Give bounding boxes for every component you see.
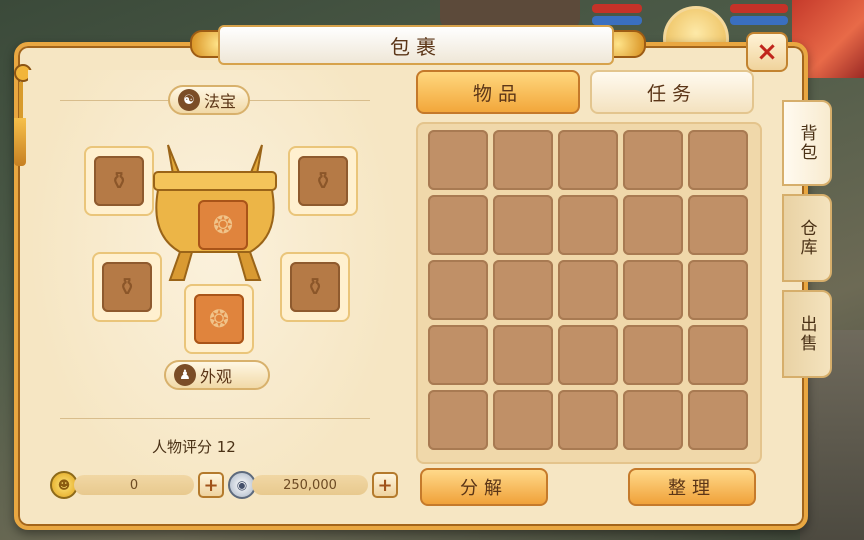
inventory-slot[interactable] [688,325,748,385]
gold-currency: ☻ 0 + [50,471,224,499]
tassel-ornament [14,64,32,166]
inventory-slot[interactable] [428,195,488,255]
inventory-slot[interactable] [558,130,618,190]
hp-bar [592,4,642,13]
gold-amount: 0 [74,475,194,495]
fabao-label: 法宝 [204,92,237,111]
side-tab-sell-label: 出售 [796,315,817,353]
inventory-slot[interactable] [558,390,618,450]
cauldron-placeholder-icon: ⚱ [108,167,130,195]
character-score: 人物评分 12 [152,438,236,456]
inventory-slot[interactable] [623,325,683,385]
gold-add-button[interactable]: + [198,472,224,498]
equip-slot-center[interactable]: ❂ [188,190,258,260]
equip-slot-top-right[interactable]: ⚱ [288,146,358,216]
close-icon: × [756,37,778,67]
side-tab-warehouse-label: 仓库 [796,219,817,257]
spirit-knot-icon: ❂ [208,305,230,333]
inventory-slot[interactable] [493,325,553,385]
decompose-label: 分解 [460,478,508,499]
appearance-label: 外观 [200,367,233,386]
inventory-slot[interactable] [688,195,748,255]
inventory-slot[interactable] [688,260,748,320]
inventory-slot[interactable] [623,195,683,255]
inventory-slot[interactable] [428,390,488,450]
inventory-slot[interactable] [493,260,553,320]
tab-quests-label: 任务 [646,82,697,105]
side-tab-sell[interactable]: 出售 [782,290,832,378]
silver-amount: 250,000 [252,475,368,495]
cauldron-placeholder-icon: ⚱ [304,273,326,301]
tab-items-label: 物品 [472,82,523,105]
side-tab-bag[interactable]: 背包 [782,100,832,186]
silver-currency: ◉ 250,000 + [228,471,398,499]
equip-slot-bottom[interactable]: ❂ [184,284,254,354]
title-banner: 包裹 [218,25,614,65]
sort-label: 整理 [668,478,716,499]
side-tab-warehouse[interactable]: 仓库 [782,194,832,282]
inventory-slot[interactable] [558,195,618,255]
inventory-slot[interactable] [623,390,683,450]
inventory-slot[interactable] [688,390,748,450]
cauldron-placeholder-icon: ⚱ [312,167,334,195]
close-button[interactable]: × [746,32,788,72]
yin-yang-icon: ☯ [178,89,200,111]
inventory-slot[interactable] [493,390,553,450]
spirit-knot-icon: ❂ [212,211,234,239]
silver-add-button[interactable]: + [372,472,398,498]
pet-hp-bar [730,4,788,13]
side-tab-bag-label: 背包 [796,124,817,162]
mp-bar [592,16,642,25]
cauldron-placeholder-icon: ⚱ [116,273,138,301]
bottom-divider [60,418,370,419]
tab-quests[interactable]: 任务 [590,70,754,114]
window-title: 包裹 [390,34,442,59]
fabao-button[interactable]: ☯ 法宝 [168,85,251,115]
equip-slot-mid-right[interactable]: ⚱ [280,252,350,322]
inventory-slot[interactable] [623,260,683,320]
inventory-slot[interactable] [493,130,553,190]
inventory-slot[interactable] [428,130,488,190]
inventory-slot[interactable] [558,325,618,385]
decompose-button[interactable]: 分解 [420,468,548,506]
inventory-slot[interactable] [688,130,748,190]
pet-mp-bar [730,16,788,25]
figure-icon: ♟ [174,364,196,386]
appearance-button[interactable]: ♟ 外观 [164,360,270,390]
inventory-slot[interactable] [493,195,553,255]
sort-button[interactable]: 整理 [628,468,756,506]
inventory-slot[interactable] [428,325,488,385]
tab-items[interactable]: 物品 [416,70,580,114]
inventory-slot[interactable] [558,260,618,320]
inventory-grid [428,130,748,450]
inventory-slot[interactable] [623,130,683,190]
inventory-slot[interactable] [428,260,488,320]
